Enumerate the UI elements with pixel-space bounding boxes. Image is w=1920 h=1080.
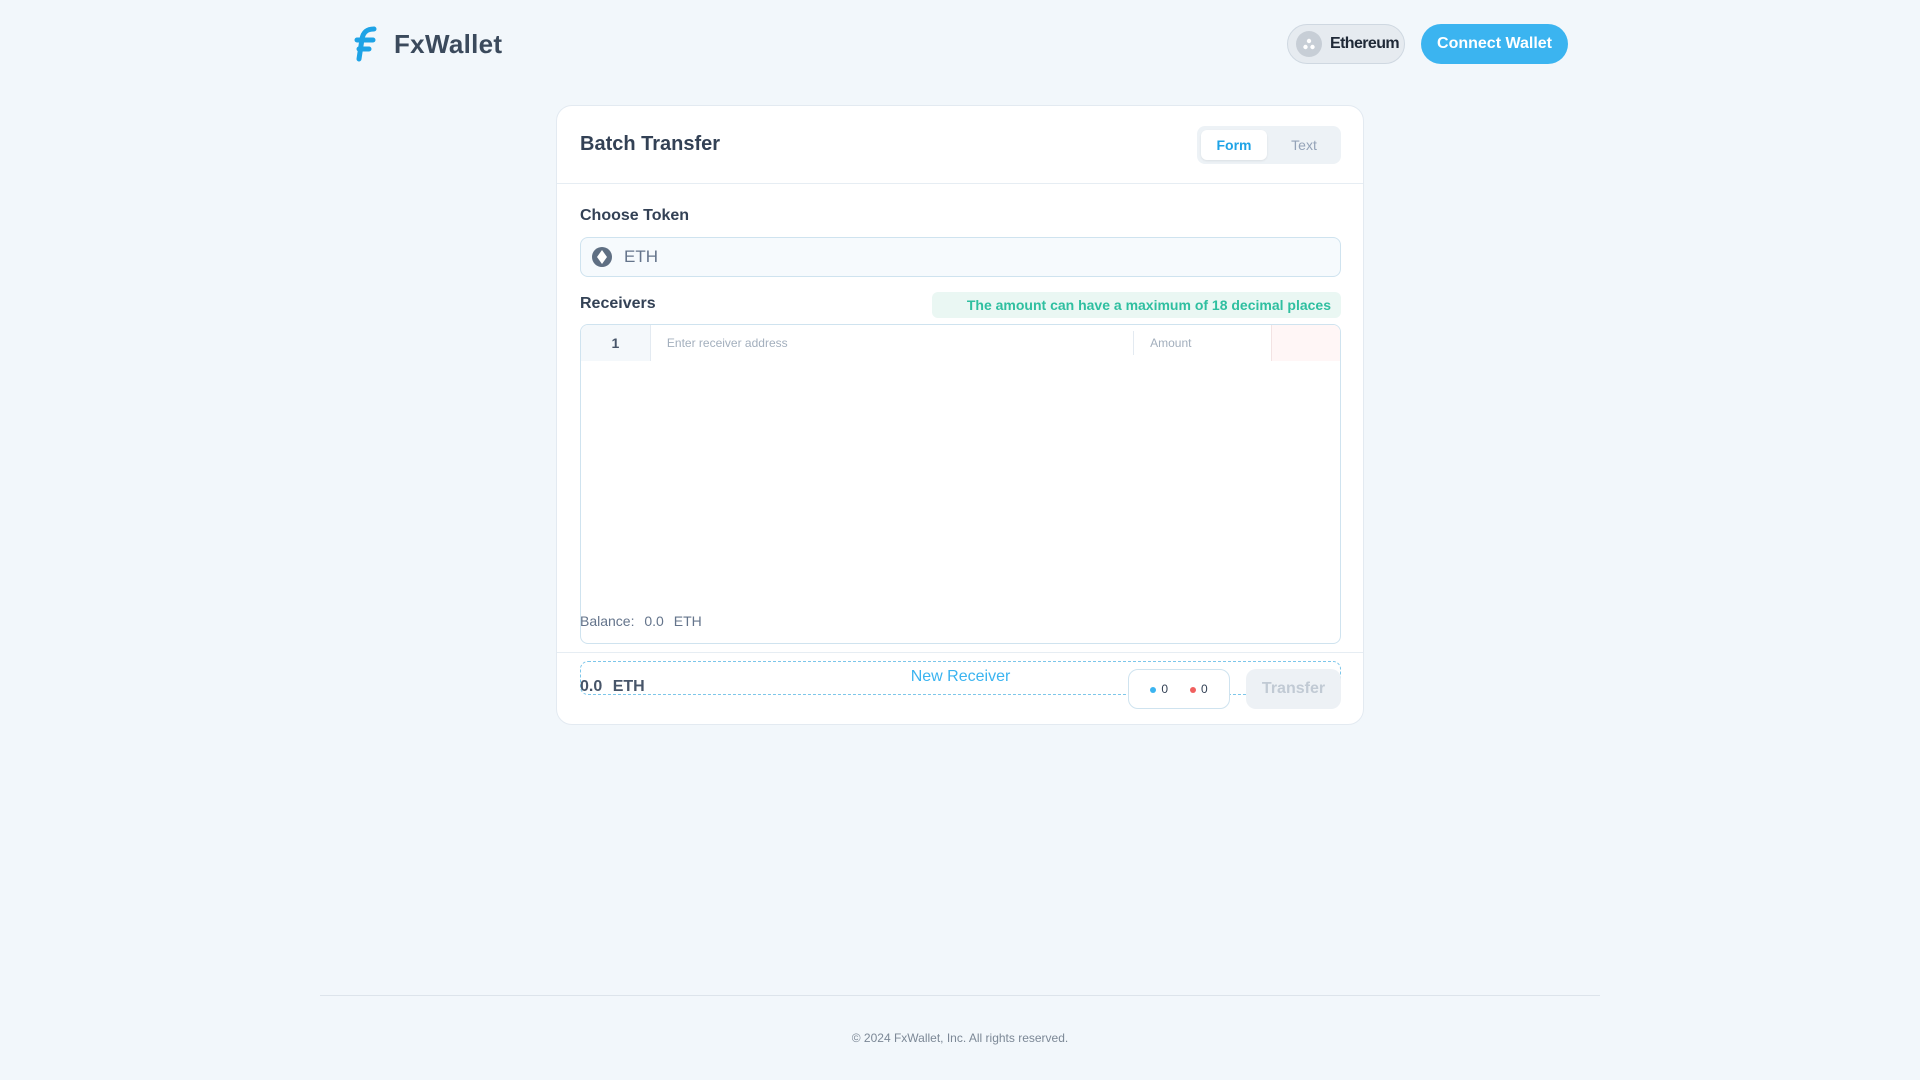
mode-toggle: Form Text (1197, 126, 1341, 164)
choose-token-label: Choose Token (580, 207, 690, 224)
receiver-counts: 0 0 (1128, 669, 1230, 709)
copyright-text: © 2024 FxWallet, Inc. All rights reserve… (851, 1031, 1069, 1045)
receivers-label: Receivers (580, 295, 656, 312)
remove-row-button[interactable] (1271, 325, 1340, 361)
token-select[interactable]: ETH (580, 237, 1341, 277)
footer-divider (320, 995, 1600, 996)
invalid-count-value: 0 (1201, 682, 1208, 696)
total-unit: ETH (612, 678, 645, 695)
receiver-address-input[interactable] (650, 325, 1134, 361)
ethereum-network-icon (1296, 31, 1322, 57)
transfer-button[interactable]: Transfer (1246, 669, 1341, 709)
tab-form[interactable]: Form (1201, 130, 1267, 160)
brand-name: FxWallet (394, 28, 503, 59)
row-index: 1 (581, 325, 651, 361)
eth-token-icon (592, 247, 612, 267)
receivers-list: 1 (580, 324, 1341, 644)
fxwallet-logo-icon (354, 26, 377, 62)
header: FxWallet Ethereum Connect Wallet (0, 0, 1920, 88)
valid-dot-icon (1150, 686, 1157, 693)
network-selector[interactable]: Ethereum (1287, 24, 1405, 64)
valid-count: 0 (1150, 682, 1168, 696)
total-value: 0.0 (580, 678, 603, 695)
invalid-dot-icon (1190, 686, 1196, 693)
balance-display: Balance: 0.0 ETH (580, 613, 708, 629)
balance-value: 0.0 (644, 613, 664, 629)
card-header: Batch Transfer Form Text (557, 106, 1363, 184)
amount-input[interactable] (1133, 331, 1272, 355)
decimal-hint: The amount can have a maximum of 18 deci… (932, 292, 1341, 318)
network-label: Ethereum (1330, 35, 1400, 52)
card-divider (557, 652, 1363, 653)
tab-text[interactable]: Text (1271, 130, 1337, 160)
batch-transfer-card: Batch Transfer Form Text Choose Token ET… (556, 105, 1364, 725)
balance-label: Balance: (580, 613, 635, 629)
balance-unit: ETH (673, 613, 702, 629)
valid-count-value: 0 (1161, 682, 1168, 696)
invalid-count: 0 (1190, 682, 1208, 696)
connect-wallet-button[interactable]: Connect Wallet (1421, 24, 1568, 64)
receiver-row: 1 (581, 325, 1340, 361)
brand-logo[interactable]: FxWallet (352, 24, 502, 64)
page-title: Batch Transfer (580, 133, 721, 155)
total-amount: 0.0 ETH (580, 678, 651, 696)
token-value: ETH (624, 247, 658, 266)
